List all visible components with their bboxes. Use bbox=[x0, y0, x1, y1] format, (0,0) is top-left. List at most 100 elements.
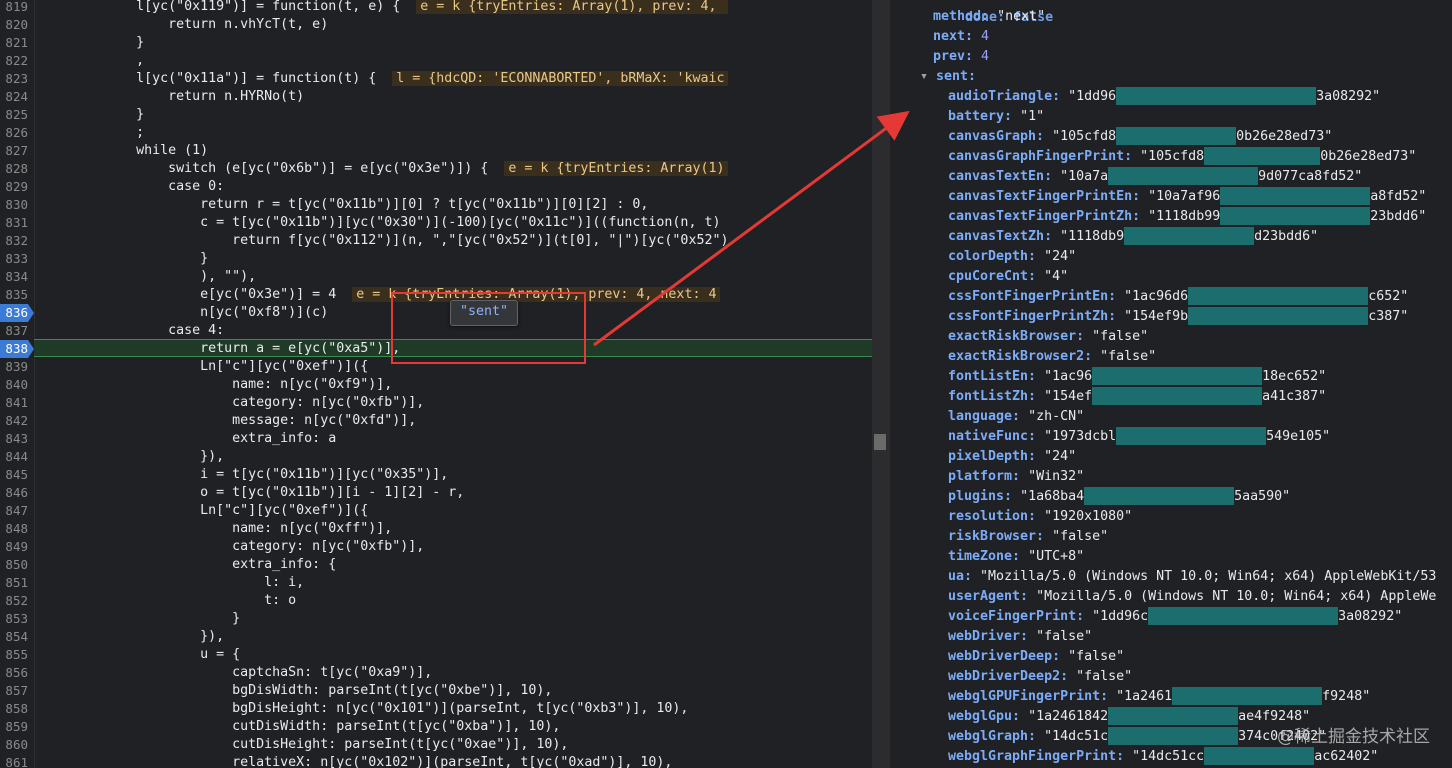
code-line[interactable]: category: n[yc("0xfb")], bbox=[40, 538, 424, 556]
code-line[interactable]: extra_info: { bbox=[40, 556, 336, 574]
line-number[interactable]: 850 bbox=[0, 556, 28, 574]
line-number[interactable]: 846 bbox=[0, 484, 28, 502]
scope-row[interactable]: colorDepth: "24" bbox=[948, 247, 1076, 267]
scope-row[interactable]: exactRiskBrowser2: "false" bbox=[948, 347, 1156, 367]
scope-row[interactable]: webDriverDeep: "false" bbox=[948, 647, 1124, 667]
scrollbar-thumb[interactable] bbox=[874, 434, 886, 450]
line-number[interactable]: 857 bbox=[0, 682, 28, 700]
code-line[interactable]: Ln["c"][yc("0xef")]({ bbox=[40, 358, 368, 376]
code-line[interactable]: u = { bbox=[40, 646, 240, 664]
line-number[interactable]: 822 bbox=[0, 52, 28, 70]
code-line[interactable]: n[yc("0xf8")](c) bbox=[40, 304, 328, 322]
line-number[interactable]: 831 bbox=[0, 214, 28, 232]
line-number[interactable]: 834 bbox=[0, 268, 28, 286]
line-number[interactable]: 827 bbox=[0, 142, 28, 160]
code-line[interactable]: Ln["c"][yc("0xef")]({ bbox=[40, 502, 368, 520]
scope-row[interactable]: resolution: "1920x1080" bbox=[948, 507, 1132, 527]
line-number[interactable]: 840 bbox=[0, 376, 28, 394]
scope-row[interactable]: audioTriangle: "1dd96 3a08292" bbox=[948, 87, 1380, 107]
code-line[interactable]: return f[yc("0x112")](n, ","[yc("0x52")]… bbox=[40, 232, 728, 250]
scope-row[interactable]: webglGpu: "1a2461842 ae4f9248" bbox=[948, 707, 1310, 727]
scope-row[interactable]: webDriver: "false" bbox=[948, 627, 1092, 647]
code-line[interactable]: return n.vhYcT(t, e) bbox=[40, 16, 328, 34]
code-line[interactable]: } bbox=[40, 610, 240, 628]
code-line[interactable]: return a = e[yc("0xa5")], bbox=[40, 340, 400, 358]
line-number[interactable]: 848 bbox=[0, 520, 28, 538]
expand-caret-icon[interactable]: ▾ bbox=[920, 69, 936, 84]
code-line[interactable]: message: n[yc("0xfd")], bbox=[40, 412, 416, 430]
scope-row[interactable]: userAgent: "Mozilla/5.0 (Windows NT 10.0… bbox=[948, 587, 1436, 607]
line-number[interactable]: 837 bbox=[0, 322, 28, 340]
breakpoint-line-number[interactable]: 836 bbox=[0, 304, 34, 322]
code-line[interactable]: e[yc("0x3e")] = 4 e = k {tryEntries: Arr… bbox=[40, 286, 721, 304]
scope-row[interactable]: next: 4 bbox=[933, 27, 989, 47]
code-line[interactable]: category: n[yc("0xfb")], bbox=[40, 394, 424, 412]
code-line[interactable]: } bbox=[40, 34, 144, 52]
code-line[interactable]: return r = t[yc("0x11b")][0] ? t[yc("0x1… bbox=[40, 196, 648, 214]
code-line[interactable]: l[yc("0x11a")] = function(t) { l = {hdcQ… bbox=[40, 70, 729, 88]
scope-row[interactable]: voiceFingerPrint: "1dd96c 3a08292" bbox=[948, 607, 1402, 627]
scope-row[interactable]: plugins: "1a68ba4 5aa590" bbox=[948, 487, 1290, 507]
scope-row[interactable]: timeZone: "UTC+8" bbox=[948, 547, 1084, 567]
code-line[interactable]: captchaSn: t[yc("0xa9")], bbox=[40, 664, 432, 682]
code-line[interactable]: } bbox=[40, 250, 208, 268]
scope-row[interactable]: fontListZh: "154ef a41c387" bbox=[948, 387, 1326, 407]
line-number[interactable]: 844 bbox=[0, 448, 28, 466]
scope-row[interactable]: canvasTextEn: "10a7a 9d077ca8fd52" bbox=[948, 167, 1362, 187]
line-number[interactable]: 852 bbox=[0, 592, 28, 610]
scope-row[interactable]: battery: "1" bbox=[948, 107, 1044, 127]
editor-scrollbar[interactable] bbox=[872, 0, 890, 768]
scope-panel[interactable]: done: false method: "next" next: 4 prev: 4… bbox=[890, 0, 1452, 768]
code-line[interactable]: bgDisWidth: parseInt(t[yc("0xbe")], 10), bbox=[40, 682, 552, 700]
line-number[interactable]: 826 bbox=[0, 124, 28, 142]
line-number[interactable]: 821 bbox=[0, 34, 28, 52]
scope-row[interactable]: cssFontFingerPrintZh: "154ef9b c387" bbox=[948, 307, 1408, 327]
code-line[interactable]: l: i, bbox=[40, 574, 304, 592]
line-number[interactable]: 854 bbox=[0, 628, 28, 646]
line-number[interactable]: 833 bbox=[0, 250, 28, 268]
line-number[interactable]: 860 bbox=[0, 736, 28, 754]
line-number[interactable]: 832 bbox=[0, 232, 28, 250]
line-number-gutter[interactable]: 819 820 821 822 823 824 825 826 827 828 829 830 831 8… bbox=[0, 0, 35, 768]
code-line[interactable]: ), ""), bbox=[40, 268, 256, 286]
scope-row[interactable]: canvasGraph: "105cfd8 0b26e28ed73" bbox=[948, 127, 1332, 147]
scope-row[interactable]: riskBrowser: "false" bbox=[948, 527, 1108, 547]
code-line[interactable]: o = t[yc("0x11b")][i - 1][2] - r, bbox=[40, 484, 464, 502]
scope-row[interactable]: prev: 4 bbox=[933, 47, 989, 67]
scope-row[interactable]: webglGraphFingerPrint: "14dc51cc ac62402" bbox=[948, 747, 1378, 767]
code-line[interactable]: return n.HYRNo(t) bbox=[40, 88, 304, 106]
code-line[interactable]: }), bbox=[40, 628, 224, 646]
code-line[interactable]: i = t[yc("0x11b")][yc("0x35")], bbox=[40, 466, 448, 484]
code-line[interactable]: relativeX: n[yc("0x102")](parseInt, t[yc… bbox=[40, 754, 672, 768]
scope-row[interactable]: webDriverDeep2: "false" bbox=[948, 667, 1132, 687]
scope-row[interactable]: language: "zh-CN" bbox=[948, 407, 1084, 427]
scope-row[interactable]: fontListEn: "1ac96 18ec652" bbox=[948, 367, 1326, 387]
scope-row[interactable]: platform: "Win32" bbox=[948, 467, 1084, 487]
line-number[interactable]: 819 bbox=[0, 0, 28, 16]
code-line[interactable]: l[yc("0x119")] = function(t, e) { e = k … bbox=[40, 0, 729, 16]
line-number[interactable]: 823 bbox=[0, 70, 28, 88]
scope-row[interactable]: canvasTextFingerPrintEn: "10a7af96 a8fd52… bbox=[948, 187, 1426, 207]
code-line[interactable]: }), bbox=[40, 448, 224, 466]
line-number[interactable]: 820 bbox=[0, 16, 28, 34]
breakpoint-line-number[interactable]: 838 bbox=[0, 340, 34, 358]
code-line[interactable]: cutDisHeight: parseInt(t[yc("0xae")], 10… bbox=[40, 736, 568, 754]
scope-row[interactable]: webglGPUFingerPrint: "1a2461 f9248" bbox=[948, 687, 1370, 707]
line-number[interactable]: 841 bbox=[0, 394, 28, 412]
scope-row[interactable]: ua: "Mozilla/5.0 (Windows NT 10.0; Win64… bbox=[948, 567, 1436, 587]
code-line[interactable]: ; bbox=[40, 124, 144, 142]
code-line[interactable]: } bbox=[40, 106, 144, 124]
scope-row[interactable]: nativeFunc: "1973dcbl 549e105" bbox=[948, 427, 1330, 447]
line-number[interactable]: 835 bbox=[0, 286, 28, 304]
line-number[interactable]: 856 bbox=[0, 664, 28, 682]
scope-row[interactable]: method: "next" bbox=[933, 7, 1045, 27]
line-number[interactable]: 861 bbox=[0, 754, 28, 768]
scope-row[interactable]: cpuCoreCnt: "4" bbox=[948, 267, 1068, 287]
line-number[interactable]: 843 bbox=[0, 430, 28, 448]
scope-row[interactable]: cssFontFingerPrintEn: "1ac96d6 c652" bbox=[948, 287, 1408, 307]
scope-row[interactable]: ▾ sent: bbox=[920, 67, 984, 87]
line-number[interactable]: 842 bbox=[0, 412, 28, 430]
code-line[interactable]: switch (e[yc("0x6b")] = e[yc("0x3e")]) {… bbox=[40, 160, 729, 178]
scope-row[interactable]: canvasTextFingerPrintZh: "1118db99 23bdd6… bbox=[948, 207, 1426, 227]
code-line[interactable]: cutDisWidth: parseInt(t[yc("0xba")], 10)… bbox=[40, 718, 560, 736]
